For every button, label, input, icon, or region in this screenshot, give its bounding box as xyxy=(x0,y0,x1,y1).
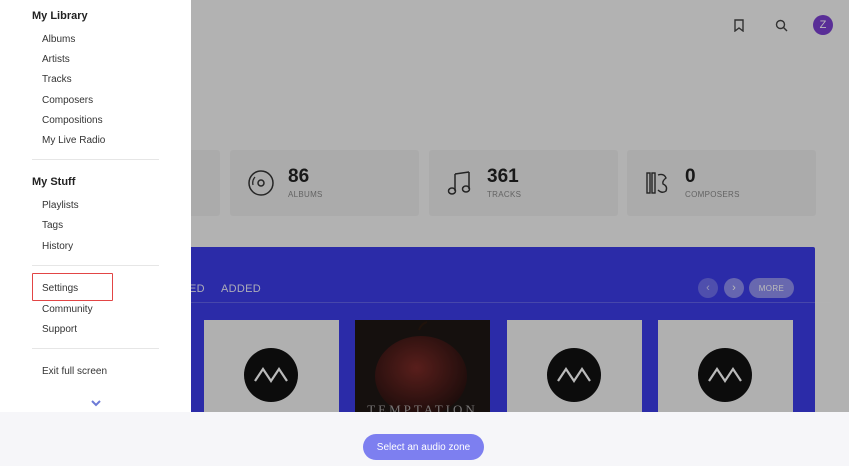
section-title-my-library: My Library xyxy=(32,10,88,22)
sidebar-item-playlists[interactable]: Playlists xyxy=(42,200,79,212)
sidebar-item-support[interactable]: Support xyxy=(42,324,77,336)
chevron-down-icon[interactable] xyxy=(89,396,103,408)
sidebar-item-tracks[interactable]: Tracks xyxy=(42,74,72,86)
exit-full-screen-link[interactable]: Exit full screen xyxy=(42,366,107,378)
sidebar-item-community[interactable]: Community xyxy=(42,304,93,316)
sidebar-item-artists[interactable]: Artists xyxy=(42,54,70,66)
sidebar-menu: My Library Albums Artists Tracks Compose… xyxy=(0,0,191,412)
sidebar-divider xyxy=(32,159,159,160)
sidebar-divider xyxy=(32,265,159,266)
sidebar-item-compositions[interactable]: Compositions xyxy=(42,115,103,127)
sidebar-divider xyxy=(32,348,159,349)
sidebar-item-history[interactable]: History xyxy=(42,241,73,253)
select-audio-zone-button[interactable]: Select an audio zone xyxy=(363,434,484,460)
section-title-my-stuff: My Stuff xyxy=(32,176,76,188)
sidebar-item-composers[interactable]: Composers xyxy=(42,95,93,107)
sidebar-item-settings[interactable]: Settings xyxy=(42,283,78,295)
sidebar-item-tags[interactable]: Tags xyxy=(42,220,63,232)
sidebar-item-albums[interactable]: Albums xyxy=(42,34,75,46)
app-window: Z 86 ALBUMS 361 TRACKS 0 COMPOSERS ED AD… xyxy=(0,0,849,466)
sidebar-item-my-live-radio[interactable]: My Live Radio xyxy=(42,135,105,147)
